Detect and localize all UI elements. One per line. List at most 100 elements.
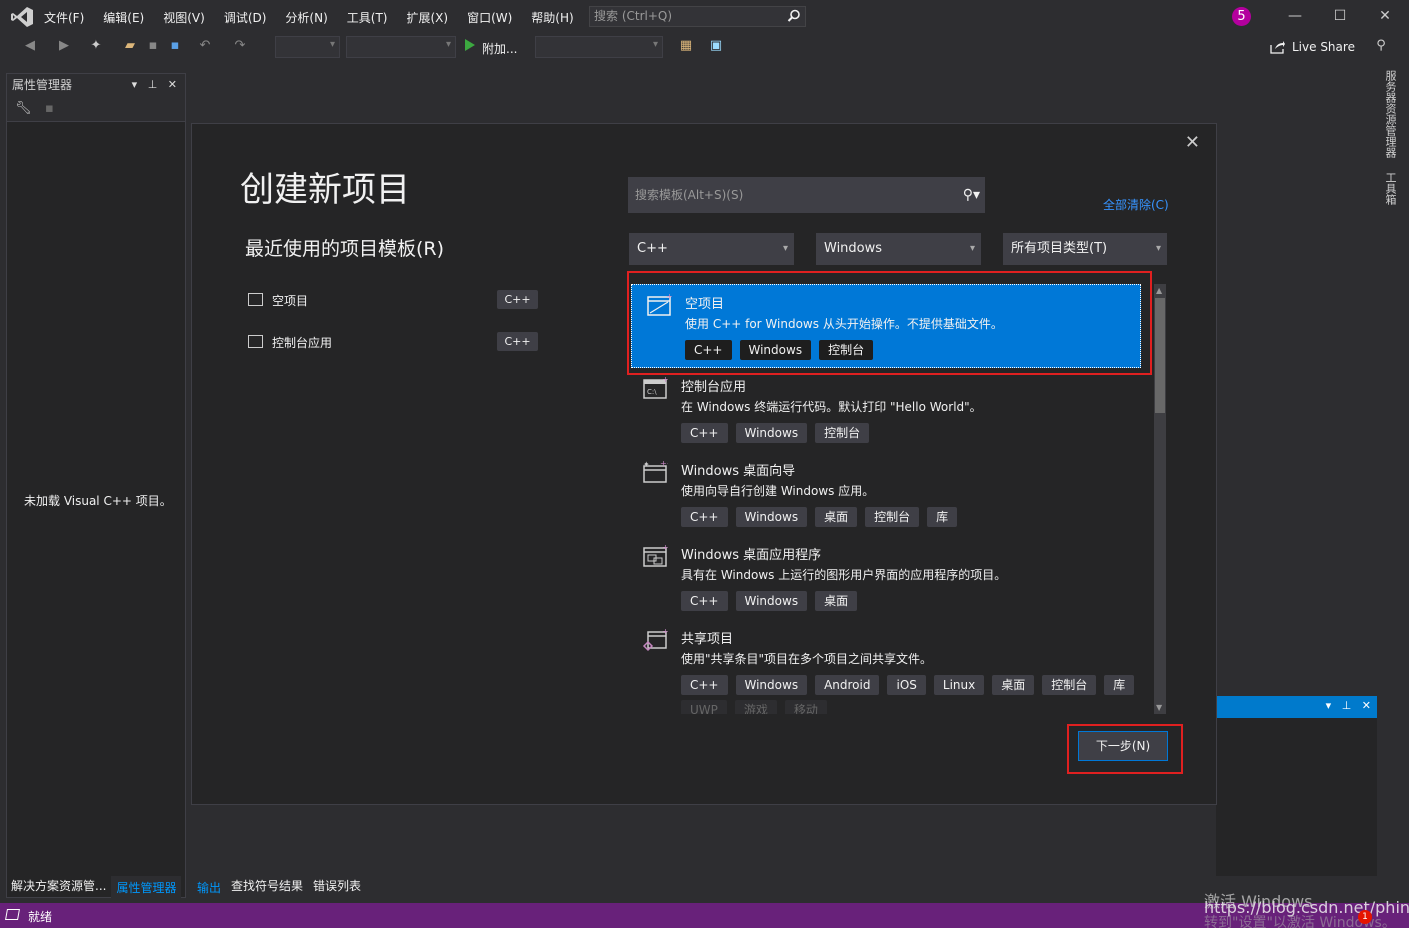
- save-icon[interactable]: ▪: [145, 38, 161, 54]
- tab-output[interactable]: 输出: [192, 876, 227, 898]
- recent-template-label: 控制台应用: [272, 336, 333, 350]
- scroll-down-icon[interactable]: ▼: [1156, 703, 1162, 712]
- template-list-scrollbar[interactable]: ▲ ▼: [1154, 284, 1166, 714]
- tag: Windows: [735, 423, 808, 443]
- menu-analyze[interactable]: 分析(N): [285, 9, 327, 26]
- close-panel-icon[interactable]: ✕: [168, 78, 177, 91]
- wrench-icon[interactable]: 🔧︎: [15, 101, 32, 116]
- template-search-placeholder: 搜索模板(Alt+S)(S): [635, 188, 744, 202]
- output-panel: ▾ ⊥ ✕: [1216, 696, 1377, 876]
- find-icon[interactable]: ▦: [678, 38, 694, 54]
- clear-all-link[interactable]: 全部清除(C): [1103, 196, 1169, 213]
- redo-icon[interactable]: ↷: [232, 38, 248, 54]
- tag: UWP: [681, 700, 727, 714]
- tag: Android: [815, 675, 880, 695]
- tab-error-list[interactable]: 错误列表: [308, 876, 366, 898]
- open-folder-icon[interactable]: ▰: [122, 38, 138, 54]
- tab-toolbox[interactable]: 工具箱: [1382, 172, 1398, 205]
- close-window-icon[interactable]: ✕: [1377, 8, 1393, 24]
- maximize-icon[interactable]: ☐: [1332, 8, 1348, 24]
- platform-combo[interactable]: [346, 36, 456, 58]
- panel-controls: ▾ ⊥ ✕: [132, 74, 177, 96]
- menu-help[interactable]: 帮助(H): [531, 9, 573, 26]
- feedback-icon[interactable]: ⚲: [1373, 38, 1389, 54]
- screenshot-icon[interactable]: ▣: [708, 38, 724, 54]
- start-debug-icon[interactable]: [465, 39, 475, 51]
- template-shared-project[interactable]: ++ 共享项目 使用"共享条目"项目在多个项目之间共享文件。 C++ Windo…: [628, 620, 1142, 714]
- svg-text:C:\: C:\: [647, 388, 657, 396]
- tag: 游戏: [734, 700, 777, 714]
- live-share-label: Live Share: [1292, 40, 1355, 54]
- attach-button[interactable]: 附加...: [482, 40, 517, 57]
- svg-text:✦: ✦: [643, 460, 650, 469]
- tag: C++: [681, 591, 728, 611]
- desktop-wizard-icon: ✦ ++: [643, 460, 668, 483]
- share-icon: [1270, 41, 1285, 54]
- notification-count-badge[interactable]: 1: [1358, 910, 1372, 924]
- tag: 桌面: [815, 507, 858, 527]
- quick-search-input[interactable]: 搜索 (Ctrl+Q): [589, 6, 806, 27]
- menu-tools[interactable]: 工具(T): [347, 9, 388, 26]
- notification-badge[interactable]: 5: [1232, 7, 1251, 26]
- next-button[interactable]: 下一步(N): [1078, 731, 1168, 761]
- menu-edit[interactable]: 编辑(E): [103, 9, 144, 26]
- tag: C++: [681, 675, 728, 695]
- language-tag: C++: [497, 290, 538, 309]
- console-app-icon: C:\ ++: [643, 376, 668, 399]
- undo-icon[interactable]: ↶: [197, 38, 213, 54]
- menu-extensions[interactable]: 扩展(X): [406, 9, 448, 26]
- menu-debug[interactable]: 调试(D): [224, 9, 267, 26]
- menu-view[interactable]: 视图(V): [163, 9, 205, 26]
- tab-find-symbol-results[interactable]: 查找符号结果: [226, 876, 308, 898]
- minimize-icon[interactable]: —: [1287, 8, 1303, 24]
- back-icon[interactable]: ◀: [22, 38, 38, 54]
- tag: 控制台: [1042, 675, 1097, 695]
- language-filter[interactable]: C++: [629, 233, 794, 265]
- template-tags: C++ Windows 桌面: [681, 591, 865, 611]
- recent-template-label: 空项目: [272, 294, 309, 308]
- tag: 库: [1104, 675, 1135, 695]
- forward-icon[interactable]: ▶: [56, 38, 72, 54]
- dropdown-icon[interactable]: ▾: [132, 78, 138, 91]
- tab-property-manager[interactable]: 属性管理器: [111, 876, 182, 898]
- project-type-filter[interactable]: 所有项目类型(T): [1003, 233, 1167, 265]
- live-share-button[interactable]: Live Share: [1270, 40, 1355, 54]
- template-windows-desktop-wizard[interactable]: ✦ ++ Windows 桌面向导 使用向导自行创建 Windows 应用。 C+…: [628, 452, 1142, 536]
- template-name: Windows 桌面应用程序: [681, 548, 822, 563]
- menu-window[interactable]: 窗口(W): [467, 9, 512, 26]
- save-icon[interactable]: ▪: [45, 101, 54, 116]
- close-panel-icon[interactable]: ✕: [1362, 699, 1371, 712]
- search-icon: [787, 9, 801, 29]
- template-description: 使用向导自行创建 Windows 应用。: [681, 484, 875, 498]
- tab-server-explorer[interactable]: 服务器资源管理器: [1382, 70, 1398, 158]
- pin-icon[interactable]: ⊥: [1342, 699, 1352, 712]
- close-icon[interactable]: ✕: [1185, 132, 1200, 153]
- tag: Windows: [735, 675, 808, 695]
- search-icon[interactable]: ⚲▾: [963, 178, 980, 212]
- menu-bar: 文件(F) 编辑(E) 视图(V) 调试(D) 分析(N) 工具(T) 扩展(X…: [44, 9, 593, 26]
- dropdown-icon[interactable]: ▾: [1326, 699, 1332, 712]
- template-description: 具有在 Windows 上运行的图形用户界面的应用程序的项目。: [681, 568, 1007, 582]
- status-bar: 就绪: [0, 903, 1409, 928]
- template-console-app[interactable]: C:\ ++ 控制台应用 在 Windows 终端运行代码。默认打印 "Hello…: [628, 368, 1142, 452]
- tab-solution-explorer[interactable]: 解决方案资源管...: [6, 876, 111, 898]
- menu-file[interactable]: 文件(F): [44, 9, 84, 26]
- scrollbar-thumb[interactable]: [1155, 298, 1165, 413]
- recent-template-console-app[interactable]: 控制台应用 C++: [248, 332, 538, 354]
- template-search-input[interactable]: 搜索模板(Alt+S)(S) ⚲▾: [628, 177, 985, 213]
- platform-filter[interactable]: Windows: [816, 233, 981, 265]
- selection-highlight: [627, 271, 1152, 375]
- template-windows-desktop-app[interactable]: ++ Windows 桌面应用程序 具有在 Windows 上运行的图形用户界面…: [628, 536, 1142, 620]
- new-project-icon[interactable]: ✦: [88, 38, 104, 54]
- status-icon: [5, 909, 20, 920]
- language-tag: C++: [497, 332, 538, 351]
- target-combo[interactable]: [535, 36, 663, 58]
- scroll-up-icon[interactable]: ▲: [1156, 286, 1162, 295]
- left-panel-tabs: 解决方案资源管... 属性管理器: [6, 876, 182, 898]
- tag: 库: [927, 507, 958, 527]
- recent-template-empty-project[interactable]: 空项目 C++: [248, 290, 538, 312]
- pin-icon[interactable]: ⊥: [148, 78, 158, 91]
- save-all-icon[interactable]: ▪: [167, 38, 183, 54]
- panel-title: 属性管理器: [12, 78, 73, 92]
- configuration-combo[interactable]: [275, 36, 340, 58]
